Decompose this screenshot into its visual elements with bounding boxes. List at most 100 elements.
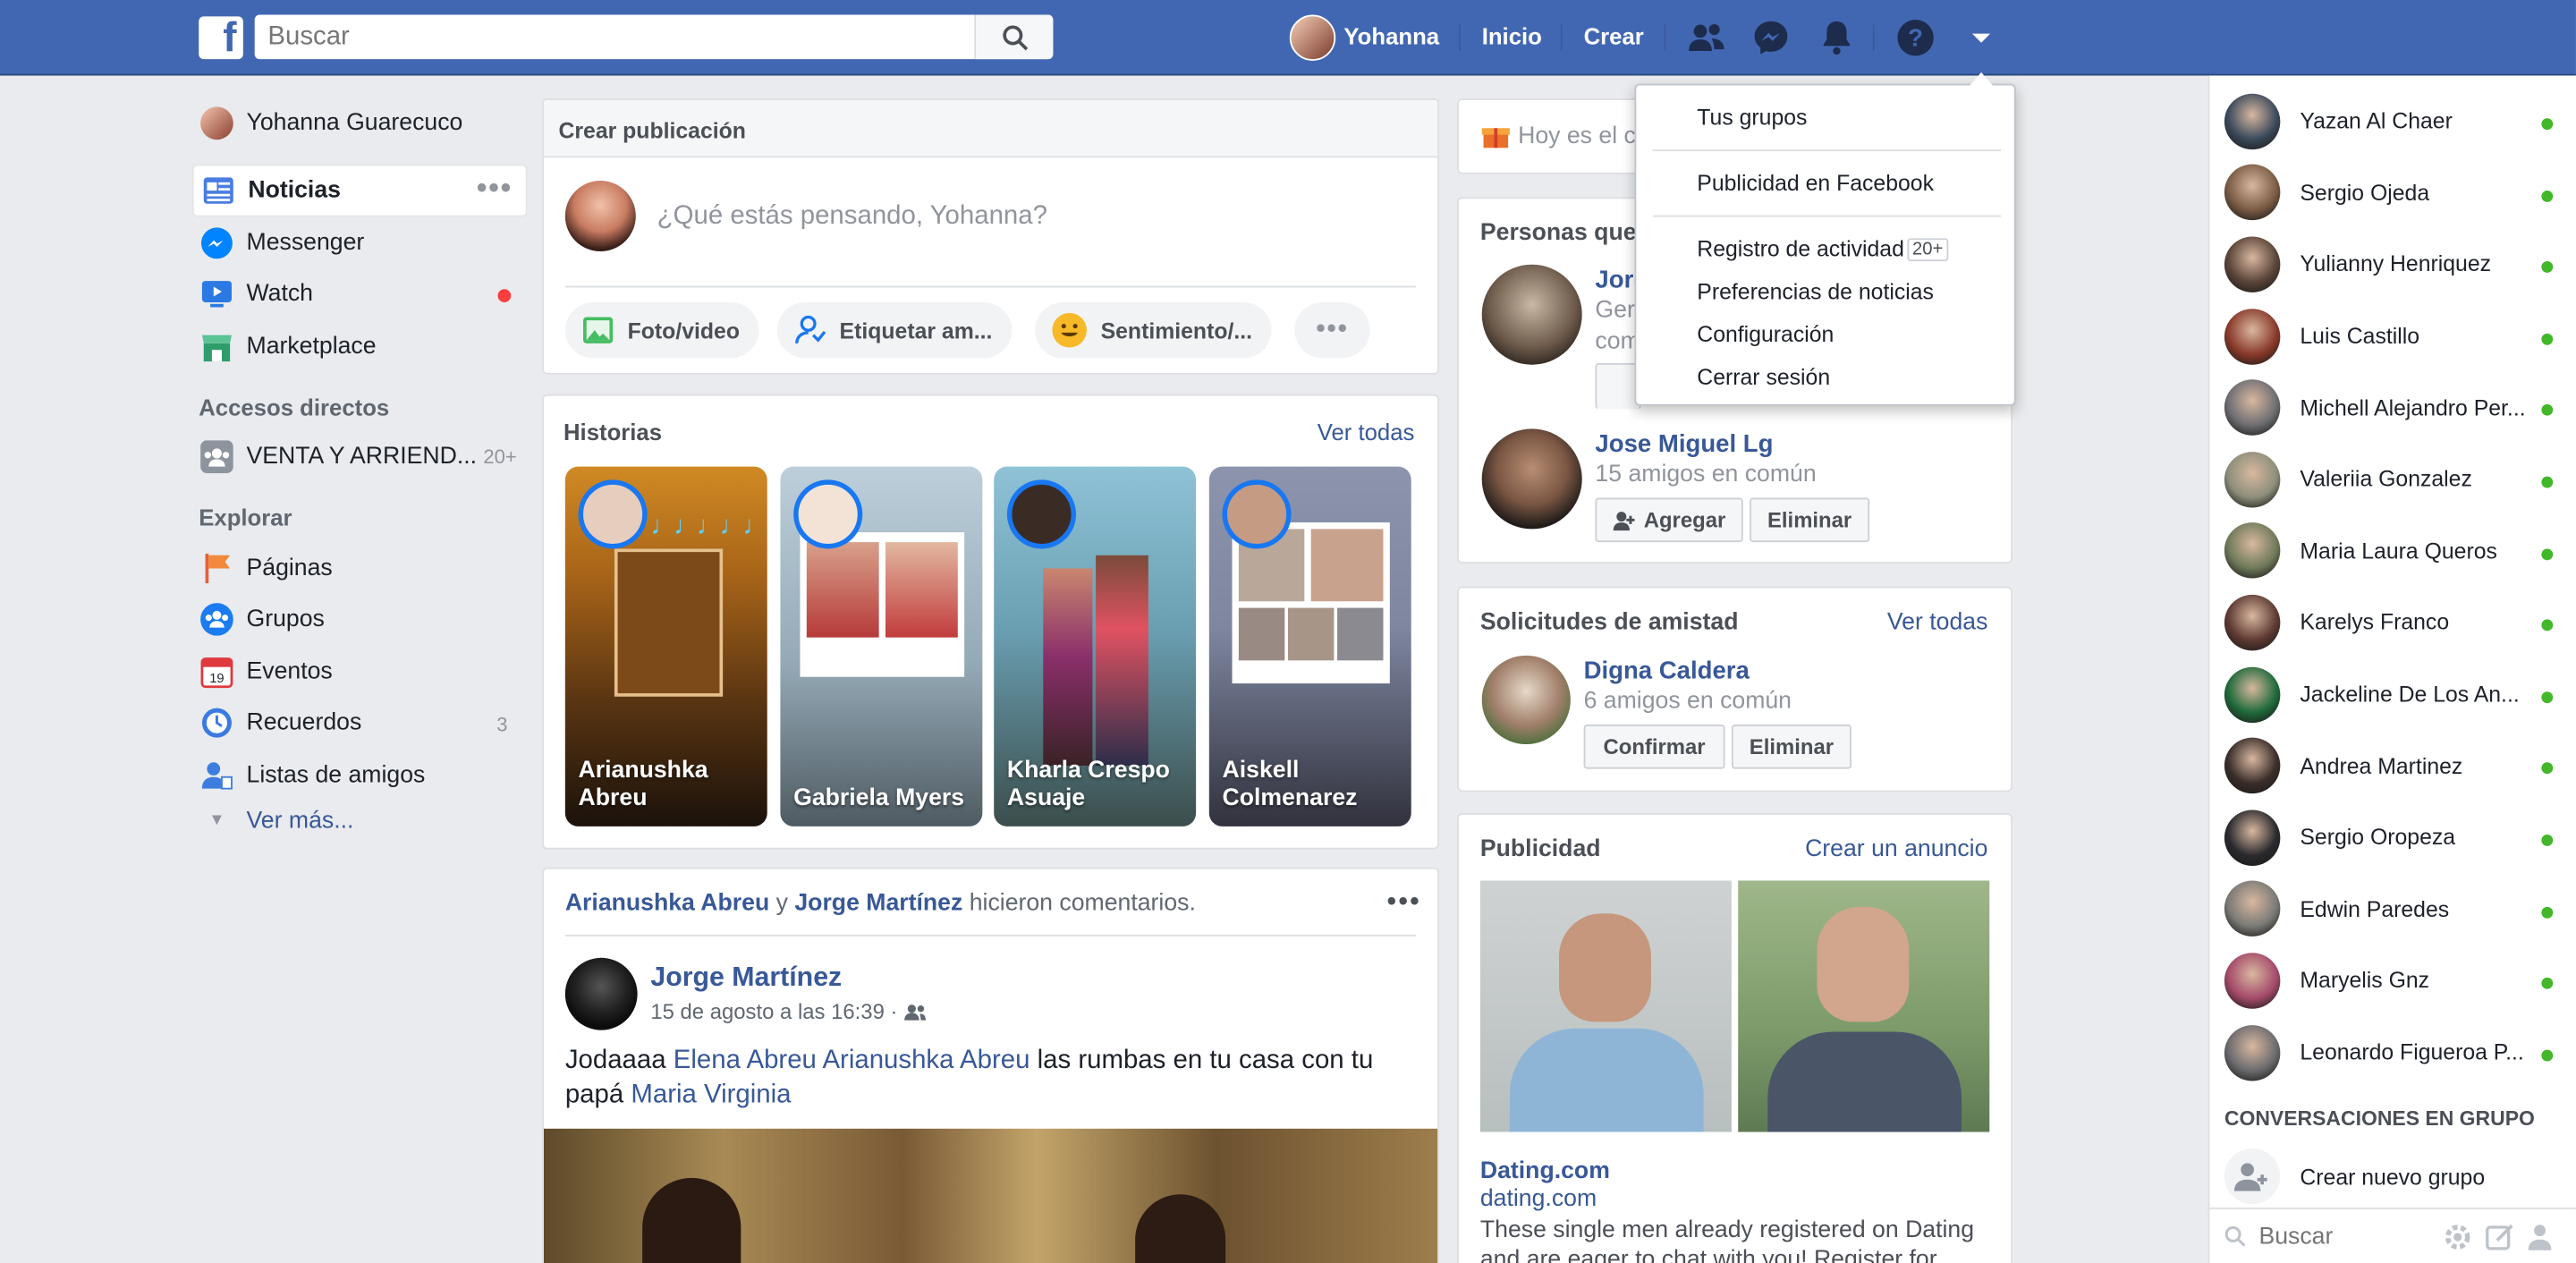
help-icon[interactable]: ? [1896, 18, 1936, 57]
suggested-person-name[interactable]: Jose Miguel Lg [1595, 430, 1773, 458]
profile-avatar[interactable] [1289, 14, 1336, 61]
tagged-user-link[interactable]: Arianushka Abreu [822, 1047, 1030, 1074]
friend-requests-icon[interactable] [1687, 18, 1726, 57]
requester-name[interactable]: Digna Caldera [1584, 657, 1750, 685]
remove-suggestion-button[interactable]: Eliminar [1750, 497, 1870, 543]
gear-icon[interactable] [2443, 1222, 2472, 1251]
post-text: Jodaaaa Elena Abreu Arianushka Abreu las… [565, 1043, 1403, 1112]
more-options-button[interactable]: ••• [1294, 301, 1370, 359]
menu-item-activity-log[interactable]: Registro de actividad 20+ [1697, 236, 1948, 261]
chat-contact[interactable]: Valeriia Gonzalez [2209, 444, 2576, 515]
sidebar-item-recuerdos[interactable]: Recuerdos 3 [192, 698, 528, 750]
menu-item-your-groups[interactable]: Tus grupos [1697, 106, 1807, 131]
sidebar-item-eventos[interactable]: 19 Eventos [192, 646, 528, 698]
tagged-user-link[interactable]: Elena Abreu [674, 1047, 817, 1074]
confirm-request-button[interactable]: Confirmar [1583, 724, 1725, 769]
ad-url[interactable]: dating.com [1480, 1186, 1597, 1212]
avatar[interactable] [1481, 655, 1571, 745]
add-people-icon[interactable] [2528, 1222, 2558, 1251]
add-friend-button[interactable]: Agregar [1595, 497, 1743, 543]
profile-shortcut[interactable]: Yohanna Guarecuco [192, 92, 528, 155]
context-author-link[interactable]: Jorge Martínez [794, 890, 962, 916]
create-group-button[interactable]: Crear nuevo grupo [2209, 1140, 2576, 1212]
chat-contact[interactable]: Sergio Oropeza [2209, 801, 2576, 873]
avatar[interactable] [1481, 264, 1582, 365]
messenger-icon[interactable] [1751, 18, 1791, 57]
more-options-icon[interactable]: ••• [477, 173, 513, 202]
chat-contact[interactable]: Maryelis Gnz [2209, 945, 2576, 1016]
post-photo[interactable] [543, 1128, 1438, 1263]
news-feed-icon [203, 177, 233, 204]
search-button[interactable] [974, 14, 1054, 60]
pymk-title: Personas que [1479, 220, 1637, 247]
story-card[interactable]: Kharla Crespo Asuaje [994, 466, 1197, 826]
chat-contact[interactable]: Andrea Martinez [2209, 730, 2576, 801]
friend-requests-see-all[interactable]: Ver todas [1887, 609, 1988, 635]
menu-item-logout[interactable]: Cerrar sesión [1697, 365, 1830, 390]
sidebar-item-marketplace[interactable]: Marketplace [192, 320, 528, 372]
sidebar-item-listas[interactable]: Listas de amigos [192, 750, 528, 801]
post-timestamp[interactable]: 15 de agosto a las 16:39 · [650, 999, 897, 1024]
group-icon [200, 440, 233, 474]
composer-input[interactable]: ¿Qué estás pensando, Yohanna? [657, 202, 1047, 232]
notifications-icon[interactable] [1817, 18, 1856, 57]
facebook-logo[interactable]: f [199, 16, 243, 60]
chat-contact[interactable]: Karelys Franco [2209, 587, 2576, 658]
photo-video-button[interactable]: Foto/video [564, 301, 760, 359]
menu-item-advertising[interactable]: Publicidad en Facebook [1697, 171, 1934, 196]
stories-see-all[interactable]: Ver todas [1318, 419, 1415, 445]
chat-contact[interactable]: Leonardo Figueroa P... [2209, 1016, 2576, 1088]
account-menu-icon[interactable] [1962, 18, 2001, 57]
tagged-user-link[interactable]: Maria Virginia [631, 1081, 791, 1109]
photo-figure [642, 1177, 741, 1263]
chat-contact[interactable]: Jackeline De Los An... [2209, 658, 2576, 730]
ad-image[interactable] [1738, 880, 1990, 1132]
shortcut-group[interactable]: VENTA Y ARRIEND... 20+ [192, 431, 528, 483]
see-more-link[interactable]: ▼ Ver más... [192, 801, 528, 840]
story-card[interactable]: Gabriela Myers [780, 466, 983, 826]
ad-title[interactable]: Dating.com [1480, 1158, 1610, 1184]
friend-lists-icon [201, 761, 233, 790]
sidebar-item-noticias[interactable]: Noticias ••• [191, 164, 528, 217]
online-status-dot [2541, 619, 2554, 632]
new-message-icon[interactable] [2486, 1222, 2515, 1251]
tag-friends-button[interactable]: Etiquetar am... [776, 301, 1013, 359]
menu-item-news-preferences[interactable]: Preferencias de noticias [1697, 279, 1934, 304]
story-card[interactable]: Aiskell Colmenarez [1208, 466, 1411, 826]
context-author-link[interactable]: Arianushka Abreu [565, 890, 769, 916]
create-ad-link[interactable]: Crear un anuncio [1805, 836, 1987, 862]
chat-contact[interactable]: Edwin Paredes [2209, 873, 2576, 945]
ad-image[interactable] [1479, 880, 1732, 1132]
feeling-button[interactable]: Sentimiento/... [1035, 301, 1273, 359]
sidebar-item-messenger[interactable]: Messenger [192, 216, 528, 268]
search-input[interactable] [254, 16, 975, 58]
chat-contact[interactable]: Yazan Al Chaer [2209, 86, 2576, 157]
chat-contact[interactable]: Maria Laura Queros [2209, 515, 2576, 587]
sidebar-item-watch[interactable]: Watch [192, 268, 528, 320]
contact-name: Maria Laura Queros [2300, 538, 2497, 564]
chat-contact[interactable]: Michell Alejandro Per... [2209, 372, 2576, 444]
post-author-link[interactable]: Jorge Martínez [650, 962, 842, 994]
create-link[interactable]: Crear [1584, 23, 1644, 49]
menu-divider [1652, 215, 2002, 217]
story-card[interactable]: ♩♩♩♩♩ Arianushka Abreu [564, 466, 767, 826]
avatar[interactable] [564, 957, 638, 1030]
composer-card: Crear publicación ¿Qué estás pensando, Y… [542, 98, 1439, 375]
chat-search-input[interactable] [2258, 1223, 2440, 1250]
chat-contact[interactable]: Yulianny Henriquez [2209, 229, 2576, 301]
menu-item-settings[interactable]: Configuración [1697, 322, 1834, 347]
sidebar-item-paginas[interactable]: Páginas [192, 542, 528, 594]
home-link[interactable]: Inicio [1482, 23, 1542, 49]
story-avatar [1006, 479, 1077, 549]
memories-clock-icon [201, 708, 232, 739]
contact-name: Yulianny Henriquez [2300, 251, 2492, 277]
feed-post: Arianushka Abreu y Jorge Martínez hicier… [542, 867, 1439, 1263]
profile-link[interactable]: Yohanna [1343, 23, 1439, 49]
sidebar-item-grupos[interactable]: Grupos [192, 594, 528, 646]
avatar[interactable] [1481, 428, 1582, 530]
chat-contact[interactable]: Luis Castillo [2209, 301, 2576, 372]
suggested-person-detail: Ger [1595, 297, 1635, 324]
post-options-icon[interactable]: ••• [1386, 886, 1420, 919]
chat-contact[interactable]: Sergio Ojeda [2209, 157, 2576, 229]
delete-request-button[interactable]: Eliminar [1731, 724, 1852, 769]
